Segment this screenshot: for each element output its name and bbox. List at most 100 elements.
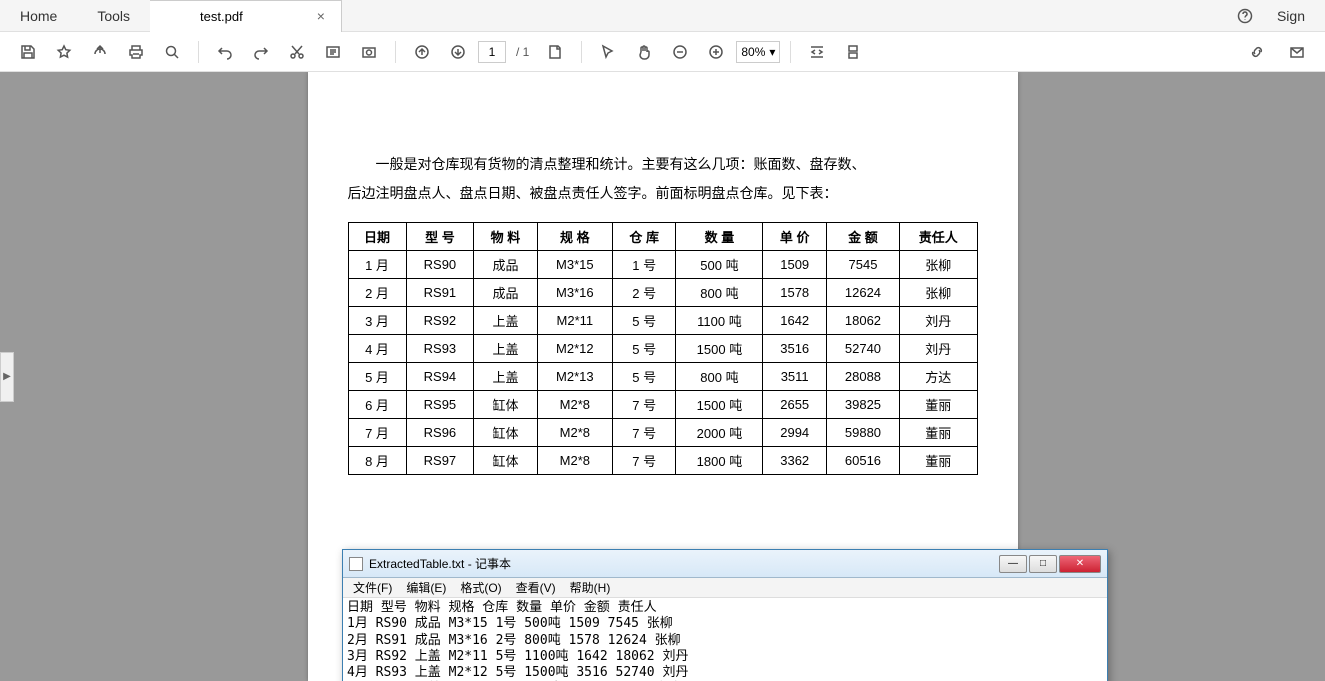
table-cell: 7 月 (348, 419, 406, 447)
save-button[interactable] (12, 36, 44, 68)
table-header: 日期 (348, 223, 406, 251)
menu-file[interactable]: 文件(F) (347, 579, 398, 596)
table-cell: 上盖 (474, 307, 537, 335)
table-header: 物 料 (474, 223, 537, 251)
table-cell: 1500 吨 (676, 335, 763, 363)
table-cell: M2*8 (537, 447, 612, 475)
menu-format[interactable]: 格式(O) (454, 579, 507, 596)
print-button[interactable] (120, 36, 152, 68)
table-cell: 1100 吨 (676, 307, 763, 335)
link-button[interactable] (1241, 36, 1273, 68)
table-row: 7 月RS96缸体M2*87 号2000 吨299459880董丽 (348, 419, 977, 447)
table-cell: 4 月 (348, 335, 406, 363)
table-cell: 缸体 (474, 391, 537, 419)
sidebar-expand-handle[interactable]: ▶ (0, 352, 14, 402)
notepad-app-icon (349, 557, 363, 571)
table-cell: 1800 吨 (676, 447, 763, 475)
table-cell: 52740 (826, 335, 899, 363)
table-cell: 成品 (474, 251, 537, 279)
close-tab-button[interactable]: × (313, 8, 329, 24)
table-cell: 39825 (826, 391, 899, 419)
screenshot-button[interactable] (353, 36, 385, 68)
star-button[interactable] (48, 36, 80, 68)
notepad-titlebar[interactable]: ExtractedTable.txt - 记事本 — □ ✕ (343, 550, 1107, 578)
toolbar: / 1 80%▾ (0, 32, 1325, 72)
table-cell: M2*13 (537, 363, 612, 391)
table-cell: 3511 (763, 363, 826, 391)
table-cell: 方达 (900, 363, 977, 391)
page-up-button[interactable] (406, 36, 438, 68)
table-cell: 缸体 (474, 419, 537, 447)
table-cell: 7545 (826, 251, 899, 279)
table-row: 2 月RS91成品M3*162 号800 吨157812624张柳 (348, 279, 977, 307)
table-cell: M2*8 (537, 391, 612, 419)
paragraph: 后边注明盘点人、盘点日期、被盘点责任人签字。前面标明盘点仓库。见下表： (348, 181, 978, 206)
notepad-content[interactable]: 日期 型号 物料 规格 仓库 数量 单价 金额 责任人 1月 RS90 成品 M… (343, 598, 1107, 681)
table-cell: 8 月 (348, 447, 406, 475)
table-cell: 500 吨 (676, 251, 763, 279)
table-cell: 董丽 (900, 419, 977, 447)
edit-text-button[interactable] (317, 36, 349, 68)
zoom-selector[interactable]: 80%▾ (736, 41, 780, 63)
table-cell: 刘丹 (900, 307, 977, 335)
table-row: 6 月RS95缸体M2*87 号1500 吨265539825董丽 (348, 391, 977, 419)
page-down-button[interactable] (442, 36, 474, 68)
close-window-button[interactable]: ✕ (1059, 555, 1101, 573)
table-row: 3 月RS92上盖M2*115 号1100 吨164218062刘丹 (348, 307, 977, 335)
tab-home[interactable]: Home (0, 0, 77, 32)
table-cell: 上盖 (474, 335, 537, 363)
table-cell: 2655 (763, 391, 826, 419)
page-thumbnail-button[interactable] (539, 36, 571, 68)
tab-tools[interactable]: Tools (77, 0, 150, 32)
menu-edit[interactable]: 编辑(E) (400, 579, 452, 596)
table-cell: 2 月 (348, 279, 406, 307)
inventory-table: 日期型 号物 料规 格仓 库数 量单 价金 额责任人 1 月RS90成品M3*1… (348, 222, 978, 475)
table-cell: 2000 吨 (676, 419, 763, 447)
table-header: 型 号 (406, 223, 474, 251)
table-cell: 60516 (826, 447, 899, 475)
table-cell: RS94 (406, 363, 474, 391)
table-cell: 800 吨 (676, 279, 763, 307)
tab-document[interactable]: test.pdf × (150, 0, 342, 32)
table-cell: 7 号 (612, 391, 675, 419)
redo-button[interactable] (245, 36, 277, 68)
table-cell: RS93 (406, 335, 474, 363)
notepad-menubar: 文件(F) 编辑(E) 格式(O) 查看(V) 帮助(H) (343, 578, 1107, 598)
menu-view[interactable]: 查看(V) (510, 579, 562, 596)
table-row: 5 月RS94上盖M2*135 号800 吨351128088方达 (348, 363, 977, 391)
share-button[interactable] (84, 36, 116, 68)
table-cell: 3362 (763, 447, 826, 475)
cut-button[interactable] (281, 36, 313, 68)
table-cell: 张柳 (900, 251, 977, 279)
zoom-in-button[interactable] (700, 36, 732, 68)
table-cell: 3516 (763, 335, 826, 363)
maximize-button[interactable]: □ (1029, 555, 1057, 573)
table-cell: 董丽 (900, 391, 977, 419)
help-icon[interactable] (1233, 4, 1257, 28)
scroll-mode-button[interactable] (837, 36, 869, 68)
search-button[interactable] (156, 36, 188, 68)
hand-tool[interactable] (628, 36, 660, 68)
menu-help[interactable]: 帮助(H) (564, 579, 617, 596)
undo-button[interactable] (209, 36, 241, 68)
page-number-input[interactable] (478, 41, 506, 63)
table-cell: 18062 (826, 307, 899, 335)
table-cell: 800 吨 (676, 363, 763, 391)
email-button[interactable] (1281, 36, 1313, 68)
table-header: 规 格 (537, 223, 612, 251)
table-cell: RS92 (406, 307, 474, 335)
minimize-button[interactable]: — (999, 555, 1027, 573)
table-cell: 28088 (826, 363, 899, 391)
table-cell: 1500 吨 (676, 391, 763, 419)
table-cell: 2 号 (612, 279, 675, 307)
fit-width-button[interactable] (801, 36, 833, 68)
table-cell: M3*16 (537, 279, 612, 307)
table-cell: 6 月 (348, 391, 406, 419)
sign-button[interactable]: Sign (1277, 8, 1305, 24)
select-tool[interactable] (592, 36, 624, 68)
table-header: 单 价 (763, 223, 826, 251)
zoom-out-button[interactable] (664, 36, 696, 68)
table-header: 数 量 (676, 223, 763, 251)
notepad-title: ExtractedTable.txt - 记事本 (369, 555, 997, 572)
table-cell: 1 月 (348, 251, 406, 279)
